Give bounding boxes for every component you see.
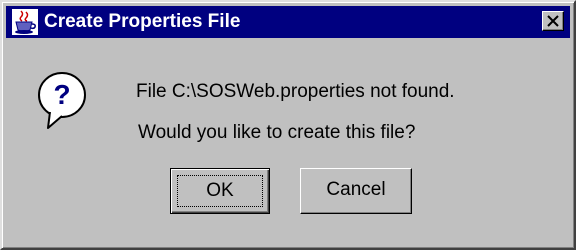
question-icon: ?	[36, 70, 88, 132]
message-line-2: Would you like to create this file?	[138, 122, 416, 143]
close-icon	[547, 15, 559, 27]
message-line-1: File C:\SOSWeb.properties not found.	[136, 81, 455, 102]
title-bar[interactable]: Create Properties File	[6, 6, 570, 38]
java-cup-icon[interactable]	[12, 9, 38, 35]
window-title: Create Properties File	[44, 11, 241, 32]
dialog-window: Create Properties File ? File C:\SOSWeb.…	[0, 0, 576, 250]
close-button[interactable]	[542, 11, 564, 31]
cancel-button[interactable]: Cancel	[300, 168, 412, 214]
svg-text:?: ?	[53, 79, 70, 110]
ok-button-label: OK	[177, 175, 263, 207]
ok-button[interactable]: OK	[170, 168, 270, 214]
